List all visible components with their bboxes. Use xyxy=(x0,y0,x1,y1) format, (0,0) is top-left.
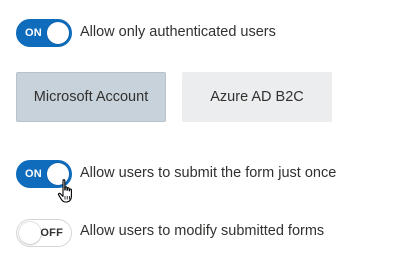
azure-ad-b2c-label: Azure AD B2C xyxy=(210,89,304,105)
azure-ad-b2c-button[interactable]: Azure AD B2C xyxy=(182,72,332,122)
toggle-knob xyxy=(19,222,41,244)
toggle-state-text: ON xyxy=(25,27,42,39)
authenticated-users-toggle[interactable]: ON xyxy=(16,19,72,47)
modify-submitted-label: Allow users to modify submitted forms xyxy=(80,223,325,239)
toggle-state-text: OFF xyxy=(40,227,63,239)
form-settings-panel: ON Allow only authenticated users Micros… xyxy=(0,0,409,265)
toggle-knob xyxy=(47,22,69,44)
submit-once-label: Allow users to submit the form just once xyxy=(80,165,337,181)
microsoft-account-button[interactable]: Microsoft Account xyxy=(16,72,166,122)
toggle-state-text: ON xyxy=(25,168,42,180)
microsoft-account-label: Microsoft Account xyxy=(33,89,149,105)
submit-once-toggle[interactable]: ON xyxy=(16,160,72,188)
modify-submitted-toggle[interactable]: OFF xyxy=(16,219,72,247)
toggle-knob xyxy=(47,163,69,185)
authenticated-users-label: Allow only authenticated users xyxy=(80,24,276,40)
